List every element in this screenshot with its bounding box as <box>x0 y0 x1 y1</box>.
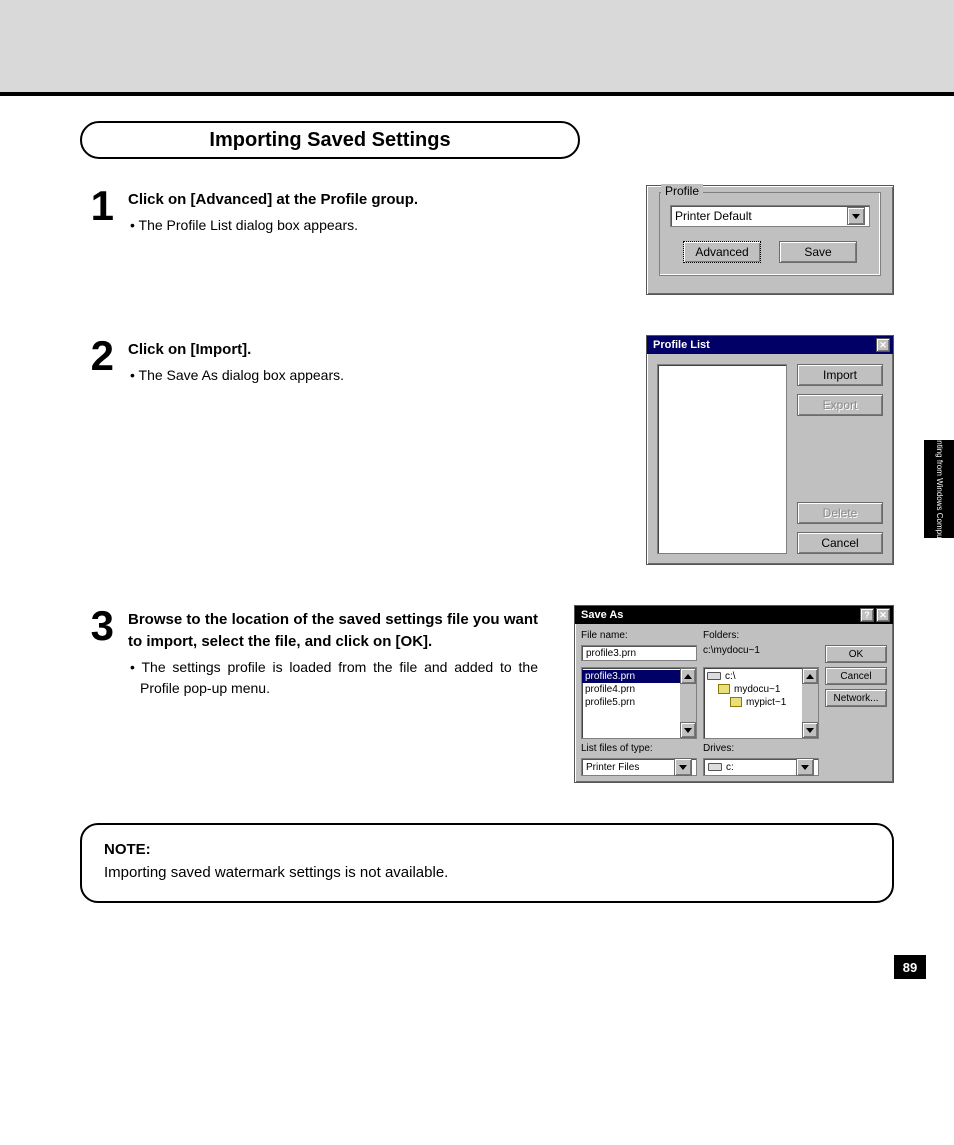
drive-icon <box>707 672 721 680</box>
folder-item-label: mypict~1 <box>746 697 786 708</box>
scroll-down-icon[interactable] <box>680 722 696 738</box>
cancel-button[interactable]: Cancel <box>797 532 883 554</box>
note-body: Importing saved watermark settings is no… <box>104 864 870 881</box>
file-name-input[interactable]: profile3.prn <box>581 645 697 661</box>
folder-tree-listbox[interactable]: c:\ mydocu~1 mypict~1 <box>703 667 819 739</box>
step-body: Browse to the location of the saved sett… <box>128 605 538 783</box>
folder-item[interactable]: c:\ <box>704 670 802 683</box>
dialog-title: Profile List <box>653 339 710 351</box>
step-3: 3 Browse to the location of the saved se… <box>80 605 894 783</box>
file-listbox[interactable]: profile3.prn profile4.prn profile5.prn <box>581 667 697 739</box>
help-icon[interactable]: ? <box>860 608 874 622</box>
folders-label: Folders: <box>703 630 819 641</box>
file-name-value: profile3.prn <box>586 648 636 659</box>
advanced-button[interactable]: Advanced <box>683 241 761 263</box>
cancel-button[interactable]: Cancel <box>825 667 887 685</box>
step-number: 3 <box>80 605 114 783</box>
step-heading: Click on [Advanced] at the Profile group… <box>128 189 538 211</box>
close-icon[interactable]: ✕ <box>876 338 890 352</box>
manual-page: Printing from Windows Computer Importing… <box>0 0 954 993</box>
scrollbar[interactable] <box>802 668 818 738</box>
step-2: 2 Click on [Import]. • The Save As dialo… <box>80 335 894 565</box>
import-button-label: Import <box>823 368 857 382</box>
file-item[interactable]: profile4.prn <box>582 683 680 696</box>
cancel-button-label: Cancel <box>821 536 858 550</box>
step-number: 1 <box>80 185 114 295</box>
step-heading: Click on [Import]. <box>128 339 538 361</box>
close-icon[interactable]: ✕ <box>876 608 890 622</box>
step-bullet-text: The settings profile is loaded from the … <box>140 659 538 697</box>
dialog-title: Save As <box>581 609 623 621</box>
delete-button[interactable]: Delete <box>797 502 883 524</box>
ok-button[interactable]: OK <box>825 645 887 663</box>
import-button[interactable]: Import <box>797 364 883 386</box>
page-content: Importing Saved Settings 1 Click on [Adv… <box>0 96 954 993</box>
step-bullet: • The Profile List dialog box appears. <box>128 215 538 237</box>
scroll-down-icon[interactable] <box>802 722 818 738</box>
ok-button-label: OK <box>849 649 863 660</box>
drives-label: Drives: <box>703 743 819 754</box>
section-title-frame: Importing Saved Settings <box>80 121 580 159</box>
profile-combobox[interactable]: Printer Default <box>670 205 870 227</box>
list-type-combobox[interactable]: Printer Files <box>581 758 697 776</box>
network-button-label: Network... <box>834 693 879 704</box>
save-button-label: Save <box>804 245 831 259</box>
section-title: Importing Saved Settings <box>209 129 450 152</box>
advanced-button-label: Advanced <box>695 245 748 259</box>
page-top-banner <box>0 0 954 96</box>
note-title: NOTE: <box>104 841 870 858</box>
page-number: 89 <box>894 955 926 979</box>
profile-listbox[interactable] <box>657 364 787 554</box>
export-button[interactable]: Export <box>797 394 883 416</box>
drives-combobox[interactable]: c: <box>703 758 819 776</box>
step-body: Click on [Advanced] at the Profile group… <box>128 185 538 295</box>
file-name-label: File name: <box>581 630 697 641</box>
drive-value: c: <box>726 762 734 773</box>
file-item[interactable]: profile5.prn <box>582 696 680 709</box>
step-bullet-text: The Profile List dialog box appears. <box>139 217 358 233</box>
chevron-down-icon[interactable] <box>796 758 814 776</box>
step-body: Click on [Import]. • The Save As dialog … <box>128 335 538 565</box>
folder-icon <box>718 684 730 694</box>
page-number-value: 89 <box>903 960 917 975</box>
note-box: NOTE: Importing saved watermark settings… <box>80 823 894 903</box>
network-button[interactable]: Network... <box>825 689 887 707</box>
folder-path: c:\mydocu~1 <box>703 645 819 656</box>
delete-button-label: Delete <box>823 506 858 520</box>
list-type-value: Printer Files <box>586 762 639 773</box>
folder-item-label: c:\ <box>725 671 736 682</box>
step-figure: Profile Printer Default Advanced Save <box>646 185 894 295</box>
profile-combobox-value: Printer Default <box>675 209 752 223</box>
profile-list-dialog: Profile List ✕ Import Export Delete Canc… <box>646 335 894 565</box>
save-as-dialog: Save As ? ✕ File name: Folders: <box>574 605 894 783</box>
chevron-down-icon[interactable] <box>847 207 865 225</box>
profile-group-label: Profile <box>661 184 703 198</box>
cancel-button-label: Cancel <box>840 671 871 682</box>
step-1: 1 Click on [Advanced] at the Profile gro… <box>80 185 894 295</box>
folder-icon <box>730 697 742 707</box>
file-item-selected[interactable]: profile3.prn <box>582 670 680 683</box>
scroll-up-icon[interactable] <box>802 668 818 684</box>
step-bullet: • The Save As dialog box appears. <box>128 365 538 387</box>
folder-item[interactable]: mypict~1 <box>704 696 802 709</box>
save-button[interactable]: Save <box>779 241 857 263</box>
step-figure: Profile List ✕ Import Export Delete Canc… <box>646 335 894 565</box>
step-heading: Browse to the location of the saved sett… <box>128 609 538 653</box>
folder-item[interactable]: mydocu~1 <box>704 683 802 696</box>
dialog-titlebar: Save As ? ✕ <box>575 606 893 624</box>
step-figure: Save As ? ✕ File name: Folders: <box>574 605 894 783</box>
scrollbar[interactable] <box>680 668 696 738</box>
profile-group-panel: Profile Printer Default Advanced Save <box>646 185 894 295</box>
export-button-label: Export <box>823 398 858 412</box>
step-bullet: • The settings profile is loaded from th… <box>128 657 538 700</box>
step-bullet-text: The Save As dialog box appears. <box>139 367 344 383</box>
folder-item-label: mydocu~1 <box>734 684 780 695</box>
dialog-titlebar: Profile List ✕ <box>647 336 893 354</box>
chevron-down-icon[interactable] <box>674 758 692 776</box>
list-type-label: List files of type: <box>581 743 697 754</box>
step-number: 2 <box>80 335 114 565</box>
drive-icon <box>708 763 722 771</box>
scroll-up-icon[interactable] <box>680 668 696 684</box>
